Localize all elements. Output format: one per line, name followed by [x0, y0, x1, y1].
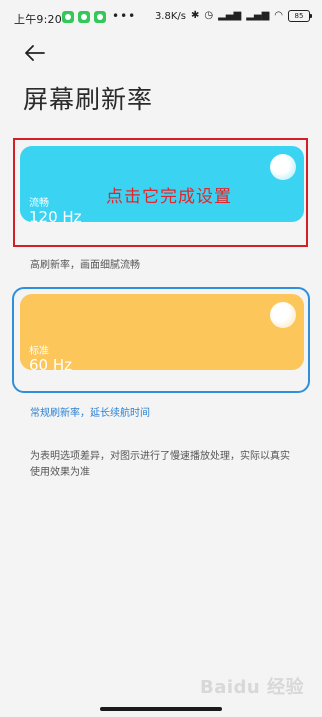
option-60hz-caption: 常规刷新率，延长续航时间	[30, 408, 150, 419]
signal-icon: ▂▄▆	[218, 10, 242, 21]
battery-icon: 85	[288, 10, 312, 22]
app-notification-icon	[78, 11, 90, 23]
back-arrow-icon	[25, 45, 45, 61]
screen: 上午9:20 ••• 3.8K/s ✱ ◷ ▂▄▆ ▂▄▆ ◠ 85 屏幕刷新率…	[0, 0, 322, 717]
radio-knob-icon	[270, 302, 296, 328]
wifi-icon: ◠	[274, 10, 283, 21]
status-bar: 上午9:20 ••• 3.8K/s ✱ ◷ ▂▄▆ ▂▄▆ ◠ 85	[0, 8, 322, 28]
option-rate: 60 Hz	[29, 356, 73, 374]
signal-icon: ▂▄▆	[246, 10, 270, 21]
home-indicator[interactable]	[100, 707, 222, 711]
disclaimer-note: 为表明选项差异，对图示进行了慢速播放处理，实际以真实使用效果为准	[30, 451, 290, 478]
app-notification-icon	[94, 11, 106, 23]
bluetooth-icon: ✱	[190, 10, 200, 21]
network-speed: 3.8K/s	[154, 10, 186, 22]
option-name: 标准	[29, 346, 49, 357]
option-120hz-caption: 高刷新率，画面细腻流畅	[30, 260, 140, 271]
option-60hz-card[interactable]: 标准 60 Hz	[20, 294, 304, 374]
watermark: Baidu 经验	[200, 677, 305, 698]
more-notifications-icon: •••	[112, 9, 137, 23]
notification-icons	[62, 11, 106, 23]
page-title: 屏幕刷新率	[23, 85, 154, 114]
status-right: 3.8K/s ✱ ◷ ▂▄▆ ▂▄▆ ◠ 85	[154, 10, 312, 22]
back-button[interactable]	[22, 40, 48, 66]
app-notification-icon	[62, 11, 74, 23]
alarm-icon: ◷	[204, 10, 214, 21]
annotation-highlight-box	[13, 138, 308, 247]
status-time: 上午9:20	[14, 13, 62, 26]
